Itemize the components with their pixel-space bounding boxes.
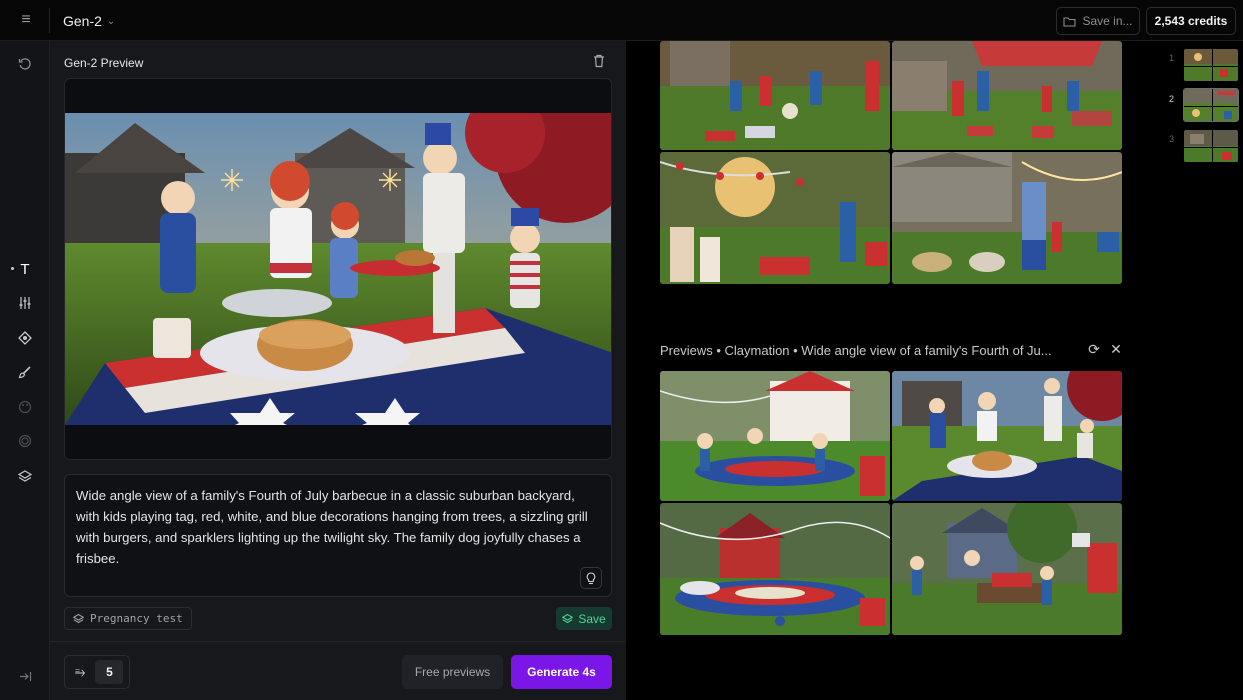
output-count[interactable]: 5 (95, 660, 124, 684)
timeline-index: 1 (1169, 53, 1175, 63)
active-dot (11, 267, 14, 270)
sliders-icon (19, 297, 31, 309)
prompt-textarea[interactable]: Wide angle view of a family's Fourth of … (76, 485, 601, 563)
generate-button[interactable]: Generate 4s (511, 655, 612, 689)
free-previews-button[interactable]: Free previews (402, 655, 503, 689)
motion-brush-icon (18, 331, 32, 345)
save-in-label: Save in... (1082, 14, 1133, 28)
text-tool-button[interactable]: T (0, 254, 50, 284)
history-icon (18, 58, 31, 70)
divider (50, 641, 626, 642)
text-icon: T (20, 260, 30, 278)
collapse-panel-button[interactable] (0, 666, 50, 686)
layers-icon (562, 613, 574, 624)
preview-image[interactable] (65, 113, 612, 425)
layers-icon (18, 470, 32, 482)
model-label: Gen-2 (63, 13, 102, 29)
palette-tool-button[interactable] (0, 392, 50, 422)
save-in-button[interactable]: Save in... (1056, 7, 1140, 35)
style-brush-icon (18, 366, 31, 379)
circle-icon (18, 434, 32, 448)
generation-timeline: 1 2 3 (1166, 41, 1243, 700)
thumbnail-image (892, 152, 1122, 284)
lightbulb-icon (586, 571, 596, 584)
thumbnail-image (892, 41, 1122, 150)
thumbnail-image (660, 503, 890, 635)
chevron-down-icon: ⌄ (106, 15, 116, 27)
credits-button[interactable]: 2,543 credits (1146, 7, 1236, 35)
thumbnail-image (660, 371, 890, 501)
style-chip-label: Pregnancy test (90, 612, 183, 625)
history-button[interactable] (0, 49, 50, 79)
thumbnail-image (660, 41, 890, 150)
palette-icon (18, 400, 32, 414)
save-style-button[interactable]: Save (556, 607, 612, 630)
thumbnail-image (1184, 49, 1238, 81)
save-style-label: Save (578, 611, 606, 626)
collapse-icon (19, 671, 31, 681)
brush-tool-button[interactable] (0, 357, 50, 387)
model-selector[interactable]: Gen-2 ⌄ (63, 12, 115, 30)
preview-thumbnail[interactable] (660, 503, 890, 635)
delete-button[interactable] (593, 54, 609, 70)
preview-thumbnail[interactable] (892, 371, 1122, 501)
preview-thumbnail[interactable] (892, 503, 1122, 635)
timeline-thumbnail[interactable] (1183, 129, 1239, 163)
timeline-index: 3 (1169, 134, 1175, 144)
trash-icon (594, 54, 604, 68)
close-icon[interactable]: ✕ (1108, 341, 1124, 359)
preview-frame (64, 78, 612, 460)
menu-icon[interactable]: ≡ (18, 12, 34, 28)
gallery-thumbnail[interactable] (892, 41, 1122, 150)
prompt-ideas-button[interactable] (580, 567, 602, 589)
tool-rail: T (0, 41, 50, 700)
thumbnail-image (892, 371, 1122, 501)
timeline-thumbnail[interactable] (1183, 48, 1239, 82)
layers-icon (73, 613, 84, 624)
gallery-thumbnail[interactable] (660, 152, 890, 284)
thumbnail-image (1184, 89, 1238, 121)
style-chip[interactable]: Pregnancy test (64, 607, 192, 630)
output-count-control: ⥱ 5 (64, 655, 130, 689)
timeline-thumbnail-active[interactable] (1183, 88, 1239, 122)
thumbnail-image (892, 503, 1122, 635)
refresh-icon[interactable]: ⟳ (1086, 341, 1102, 359)
settings-tool-button[interactable] (0, 288, 50, 318)
layers-tool-button[interactable] (0, 461, 50, 491)
gallery-thumbnail[interactable] (660, 41, 890, 150)
thumbnail-image (660, 152, 890, 284)
gallery-thumbnail[interactable] (892, 152, 1122, 284)
previews-title: Previews • Claymation • Wide angle view … (660, 342, 1052, 358)
folder-icon (1063, 16, 1077, 27)
preview-thumbnail[interactable] (660, 371, 890, 501)
prompt-box[interactable]: Wide angle view of a family's Fourth of … (64, 474, 612, 597)
generation-panel: Gen-2 Preview Wide angle view of a famil… (50, 41, 626, 700)
thumbnail-image (1184, 130, 1238, 162)
timeline-index: 2 (1169, 94, 1175, 104)
previews-header: Previews • Claymation • Wide angle view … (660, 341, 1122, 359)
divider (49, 8, 50, 33)
motion-tool-button[interactable] (0, 323, 50, 353)
panel-title: Gen-2 Preview (64, 56, 144, 70)
settings-adjust-icon[interactable]: ⥱ (75, 664, 85, 680)
circle-tool-button[interactable] (0, 426, 50, 456)
credits-label: 2,543 credits (1154, 14, 1228, 28)
preview-gallery: Previews • Claymation • Wide angle view … (626, 41, 1166, 700)
top-bar: ≡ Gen-2 ⌄ Save in... 2,543 credits (0, 0, 1243, 41)
